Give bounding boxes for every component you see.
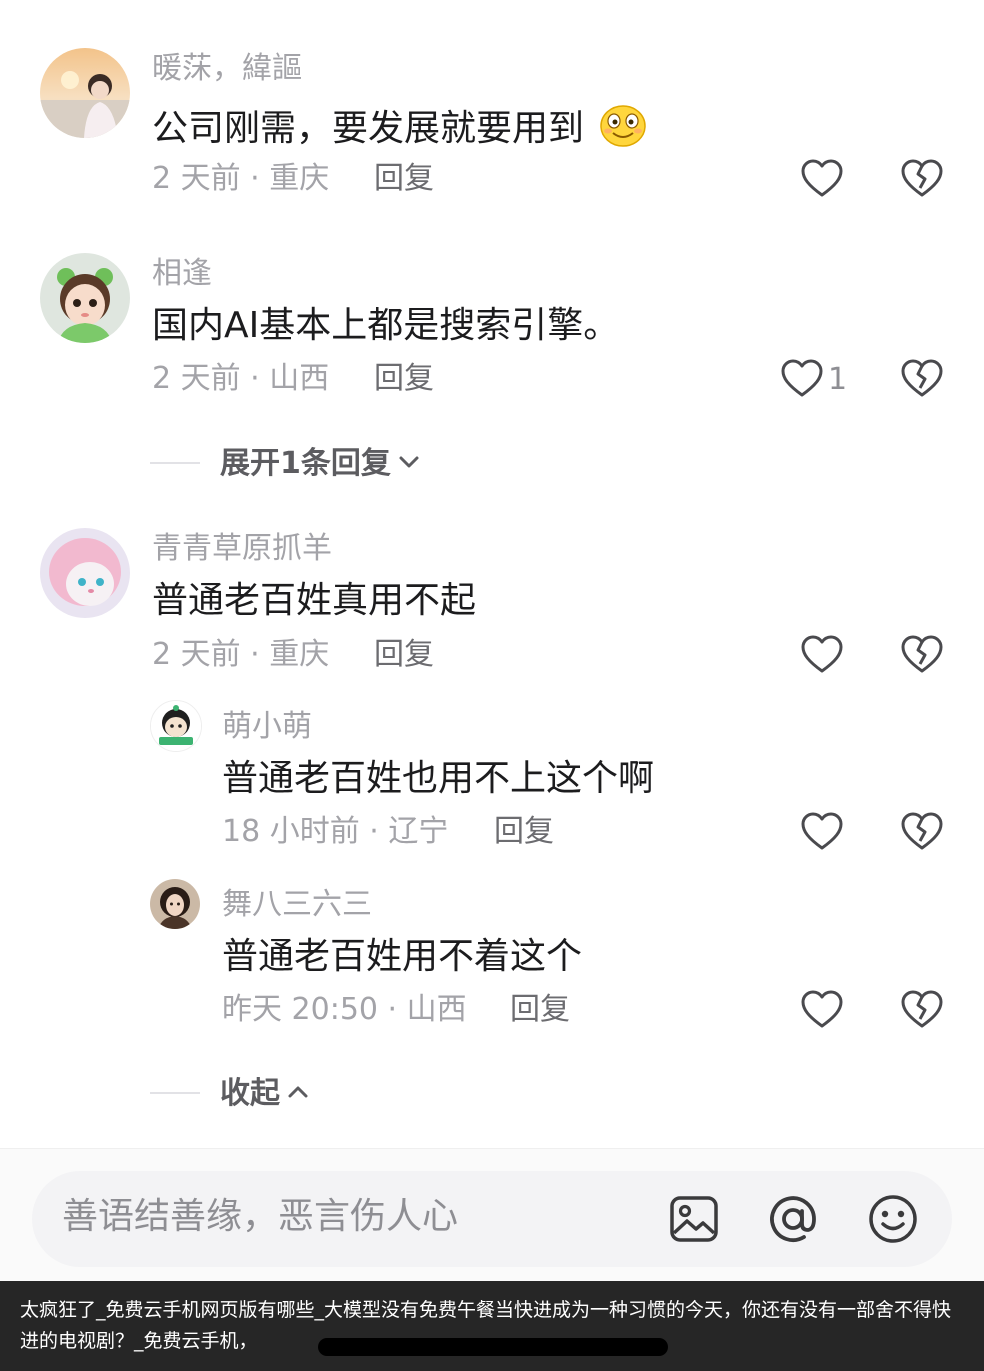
dislike-broken-heart-icon[interactable] xyxy=(900,157,944,201)
reply-button[interactable]: 回复 xyxy=(494,817,554,847)
comment-input-placeholder: 善语结善缘，恶言伤人心 xyxy=(62,1196,459,1237)
username[interactable]: 青青草原抓羊 xyxy=(152,534,332,564)
at-icon[interactable] xyxy=(767,1193,819,1245)
divider xyxy=(150,462,200,464)
avatar[interactable] xyxy=(40,528,130,618)
dislike-broken-heart-icon[interactable] xyxy=(900,988,944,1032)
like-heart-icon[interactable] xyxy=(780,357,824,401)
comment-input-area: 善语结善缘，恶言伤人心 xyxy=(0,1148,984,1282)
reply-text: 普通老百姓也用不上这个啊 xyxy=(222,758,655,799)
like-heart-icon[interactable] xyxy=(800,633,844,677)
reply-avatar[interactable] xyxy=(150,879,200,929)
reply-button[interactable]: 回复 xyxy=(510,995,570,1025)
dislike-broken-heart-icon[interactable] xyxy=(900,633,944,677)
reply-button[interactable]: 回复 xyxy=(374,364,434,394)
username[interactable]: 舞八三六三 xyxy=(222,890,372,920)
like-heart-icon[interactable] xyxy=(800,157,844,201)
reply-button[interactable]: 回复 xyxy=(374,164,434,194)
smiling-face-emoji-icon xyxy=(599,104,647,155)
image-icon[interactable] xyxy=(668,1193,720,1245)
expand-replies-button[interactable]: 展开1条回复 xyxy=(220,444,421,485)
comment-meta: 2 天前 · 重庆 xyxy=(152,161,330,196)
like-heart-icon[interactable] xyxy=(800,988,844,1032)
comment-text-content: 公司刚需，要发展就要用到 xyxy=(152,108,585,149)
like-count: 1 xyxy=(828,362,848,397)
chevron-down-icon xyxy=(397,445,421,485)
reply-avatar[interactable] xyxy=(150,700,202,752)
username[interactable]: 相逢 xyxy=(152,259,212,289)
username[interactable]: 萌小萌 xyxy=(222,712,312,742)
reply-meta: 18 小时前 · 辽宁 xyxy=(222,814,449,849)
reply-button[interactable]: 回复 xyxy=(374,640,434,670)
comment-text: 国内AI基本上都是搜索引擎。 xyxy=(152,305,620,346)
reply-text: 普通老百姓用不着这个 xyxy=(222,936,583,977)
caption-banner: 太疯狂了_免费云手机网页版有哪些_大模型没有免费午餐当快进成为一种习惯的今天，你… xyxy=(0,1281,984,1371)
dislike-broken-heart-icon[interactable] xyxy=(900,810,944,854)
comment-meta: 2 天前 · 重庆 xyxy=(152,637,330,672)
divider xyxy=(150,1092,200,1094)
comment-text: 公司刚需，要发展就要用到 xyxy=(152,104,647,155)
comment-text: 普通老百姓真用不起 xyxy=(152,580,477,621)
avatar[interactable] xyxy=(40,253,130,343)
comment-meta: 2 天前 · 山西 xyxy=(152,361,330,396)
avatar[interactable] xyxy=(40,48,130,138)
username[interactable]: 暖莯，緯謳 xyxy=(152,54,302,84)
chevron-up-icon xyxy=(286,1075,310,1115)
expand-replies-row[interactable]: 展开1条回复 xyxy=(150,444,470,484)
collapse-replies-row[interactable]: 收起 xyxy=(150,1074,370,1114)
dislike-broken-heart-icon[interactable] xyxy=(900,357,944,401)
comment-input[interactable]: 善语结善缘，恶言伤人心 xyxy=(32,1171,952,1267)
emoji-icon[interactable] xyxy=(867,1193,919,1245)
collapse-replies-button[interactable]: 收起 xyxy=(220,1074,310,1115)
expand-replies-label: 展开1条回复 xyxy=(220,446,391,481)
caption-redaction-bar xyxy=(318,1338,668,1356)
collapse-replies-label: 收起 xyxy=(220,1076,280,1111)
reply-meta: 昨天 20:50 · 山西 xyxy=(222,992,467,1027)
like-heart-icon[interactable] xyxy=(800,810,844,854)
